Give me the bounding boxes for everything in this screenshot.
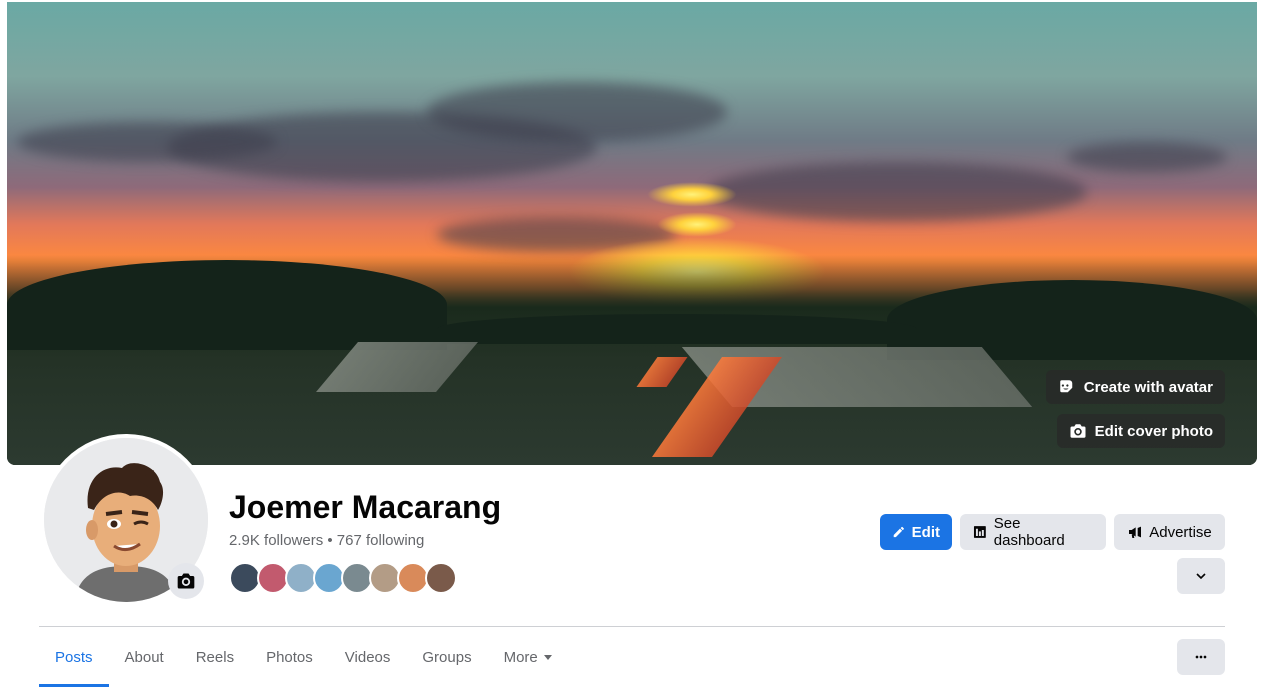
camera-icon (177, 573, 195, 589)
chevron-down-icon (1196, 573, 1206, 580)
tab-label: Groups (422, 648, 472, 666)
tab-label: More (503, 648, 538, 666)
advertise-button[interactable]: Advertise (1114, 514, 1225, 550)
tab-groups[interactable]: Groups (406, 627, 487, 687)
cover-photo[interactable]: Create with avatar Edit cover photo (7, 2, 1257, 465)
followers-count[interactable]: 2.9K followers • 767 following (229, 532, 424, 549)
tab-label: Videos (344, 648, 391, 666)
see-dashboard-button[interactable]: See dashboard (960, 514, 1106, 550)
tab-more[interactable]: More (488, 627, 568, 687)
edit-label: Edit (911, 523, 940, 541)
profile-name: Joemer Macarang (229, 489, 502, 525)
tab-reels[interactable]: Reels (180, 627, 250, 687)
tab-label: Reels (195, 648, 235, 666)
camera-icon (1070, 424, 1086, 438)
tab-photos[interactable]: Photos (250, 627, 329, 687)
tab-posts[interactable]: Posts (39, 627, 109, 687)
edit-cover-photo-label: Edit cover photo (1094, 422, 1213, 440)
edit-profile-button[interactable]: Edit (880, 514, 952, 550)
tab-about[interactable]: About (109, 627, 180, 687)
tab-label: Photos (266, 648, 313, 666)
caret-down-icon (543, 654, 552, 660)
friend-avatar[interactable] (425, 562, 457, 594)
avatar-sticker-icon (1060, 380, 1073, 393)
megaphone-icon (1129, 526, 1142, 538)
tab-label: About (124, 648, 164, 666)
dashboard-chart-icon (973, 526, 986, 538)
update-profile-picture-button[interactable] (168, 563, 204, 599)
edit-cover-photo-button[interactable]: Edit cover photo (1056, 414, 1225, 448)
profile-page: Create with avatar Edit cover photo Joem… (0, 0, 1271, 688)
more-options-button[interactable] (1177, 639, 1225, 675)
friend-avatars (229, 562, 457, 594)
tab-videos[interactable]: Videos (329, 627, 407, 687)
advertise-label: Advertise (1149, 523, 1212, 541)
create-with-avatar-label: Create with avatar (1083, 378, 1213, 396)
tab-label: Posts (55, 648, 93, 666)
profile-tabs: Posts About Reels Photos Videos Groups M… (39, 627, 568, 688)
create-with-avatar-button[interactable]: Create with avatar (1045, 370, 1225, 404)
pencil-icon (893, 526, 904, 538)
expand-options-button[interactable] (1177, 558, 1225, 594)
see-dashboard-label: See dashboard (993, 515, 1065, 549)
ellipsis-icon (1195, 655, 1207, 659)
